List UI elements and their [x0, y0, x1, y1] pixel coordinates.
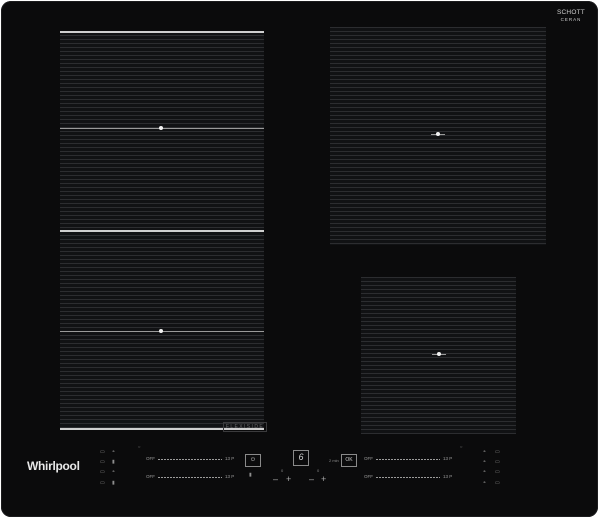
flexiside-label: FLEXISIDE — [223, 422, 267, 432]
slider-max-label: 13 P — [443, 456, 453, 461]
power-slider-left-top[interactable]: OFF 13 P — [146, 456, 238, 462]
zone-marker-dot — [436, 132, 440, 136]
power-slider-right-bottom[interactable]: OFF 13 P — [364, 474, 456, 480]
zone-marker-dot — [159, 126, 163, 130]
zone-marker-dot — [159, 329, 163, 333]
zone-marker-left-lower — [60, 329, 264, 333]
pan-icon[interactable]: ◓ — [483, 450, 486, 455]
slider-off-label: OFF — [146, 474, 155, 479]
slider-track — [376, 458, 440, 460]
slider-off-label: OFF — [146, 456, 155, 461]
power-slider-left-bottom[interactable]: OFF 13 P — [146, 474, 238, 480]
indicator-dot: ○ — [460, 444, 463, 449]
zone-marker-dot — [437, 352, 441, 356]
cooking-zone-right-top[interactable] — [330, 27, 546, 245]
pan-icon[interactable]: ◓ — [483, 460, 486, 465]
pan-icon[interactable]: ▮ — [112, 460, 115, 465]
minus-button-left[interactable]: – — [273, 475, 278, 484]
lock-icon[interactable]: ▮ — [249, 473, 252, 478]
flexi-zone-divider-mid — [60, 230, 264, 232]
slider-track — [158, 476, 222, 478]
zone-marker-right-bottom — [432, 352, 446, 356]
timer-zero-label: 0 — [281, 468, 284, 473]
pot-icon[interactable]: ▭ — [100, 460, 105, 465]
pot-icon[interactable]: ▭ — [495, 470, 500, 475]
pot-icon[interactable]: ▭ — [100, 481, 105, 486]
slider-max-label: 13 P — [225, 456, 235, 461]
glass-brand-line2: CERAN — [560, 16, 582, 22]
pan-icon[interactable]: ◓ — [483, 470, 486, 475]
pot-icon[interactable]: ▭ — [495, 450, 500, 455]
whirlpool-logo: Whirlpool — [27, 459, 80, 473]
pan-icon[interactable]: ◓ — [483, 481, 486, 486]
pot-icon[interactable]: ▭ — [495, 460, 500, 465]
zone-marker-left-upper — [60, 126, 264, 130]
pan-icon[interactable]: ◓ — [112, 450, 115, 455]
slider-track — [376, 476, 440, 478]
timer-small-label: 2 min — [329, 458, 339, 463]
cooktop-surface: SCHOTT CERAN FLEXISIDE Whirlpool ▭ ▭ ▭ ▭… — [1, 1, 598, 517]
sixth-sense-label: 6 — [298, 452, 304, 462]
zone-marker-right-top — [431, 132, 445, 136]
pan-icon[interactable]: ▮ — [112, 481, 115, 486]
pot-icon[interactable]: ▭ — [100, 450, 105, 455]
power-icon: ⏻ — [251, 457, 255, 463]
ok-label: OK — [345, 457, 353, 463]
minus-button-right[interactable]: – — [309, 475, 314, 484]
ok-button[interactable]: OK — [341, 454, 357, 467]
glass-brand: SCHOTT CERAN — [557, 9, 585, 22]
power-button[interactable]: ⏻ — [245, 454, 261, 467]
slider-off-label: OFF — [364, 474, 373, 479]
indicator-dot: ○ — [138, 444, 141, 449]
sixth-sense-button[interactable]: 6 — [293, 450, 309, 466]
glass-brand-line1: SCHOTT — [557, 9, 585, 16]
plus-button-right[interactable]: + — [321, 475, 326, 484]
pan-icon[interactable]: ◓ — [112, 470, 115, 475]
flexi-zone-top-edge — [60, 31, 264, 33]
timer-zero-label-2: 0 — [317, 468, 320, 473]
power-slider-right-top[interactable]: OFF 13 P — [364, 456, 456, 462]
pot-icon[interactable]: ▭ — [100, 470, 105, 475]
slider-track — [158, 458, 222, 460]
slider-max-label: 13 P — [225, 474, 235, 479]
slider-max-label: 13 P — [443, 474, 453, 479]
slider-off-label: OFF — [364, 456, 373, 461]
pot-icon[interactable]: ▭ — [495, 481, 500, 486]
plus-button-left[interactable]: + — [286, 475, 291, 484]
